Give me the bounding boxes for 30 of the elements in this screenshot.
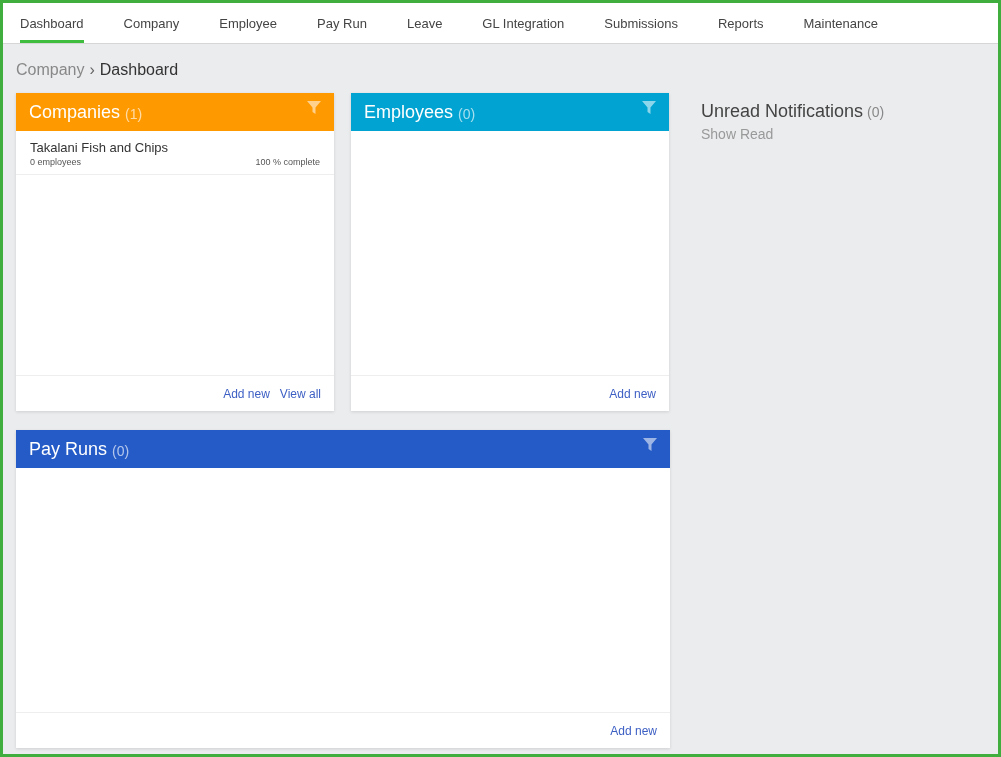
- nav-tab[interactable]: Employee: [219, 3, 278, 43]
- nav-tab[interactable]: Pay Run: [317, 3, 367, 43]
- panel-link[interactable]: Add new: [223, 386, 270, 401]
- panel-count: (0): [458, 105, 476, 122]
- company-list-item[interactable]: Takalani Fish and Chips 0 employees 100 % complete: [16, 131, 334, 175]
- breadcrumb-separator: ›: [89, 61, 95, 79]
- nav-tab[interactable]: Company: [123, 3, 180, 43]
- nav-tab[interactable]: Leave: [406, 3, 443, 43]
- panel-link[interactable]: View all: [279, 386, 321, 401]
- nav-tab[interactable]: Submissions: [604, 3, 678, 43]
- nav-tab[interactable]: GL Integration: [482, 3, 565, 43]
- filter-icon[interactable]: [643, 438, 657, 452]
- panel-title: Employees: [364, 101, 454, 123]
- panel-link[interactable]: Add new: [609, 386, 656, 401]
- company-name: Takalani Fish and Chips: [30, 140, 170, 155]
- completion-status: 100 % complete: [255, 157, 320, 167]
- panel-title: Companies: [29, 101, 121, 123]
- filter-icon[interactable]: [642, 101, 656, 115]
- notifications-count: (0): [867, 104, 885, 120]
- panel-link[interactable]: Add new: [610, 723, 657, 738]
- nav-tab[interactable]: Maintenance: [803, 3, 878, 43]
- panel-count: (0): [112, 442, 130, 459]
- nav-tab[interactable]: Dashboard: [20, 3, 84, 43]
- breadcrumb-current: Dashboard: [99, 61, 179, 79]
- panel-title: Pay Runs: [29, 438, 108, 460]
- filter-icon[interactable]: [307, 101, 321, 115]
- panel-count: (1): [125, 105, 143, 122]
- notifications-title: Unread Notifications: [701, 101, 864, 121]
- employee-count: 0 employees: [30, 157, 82, 167]
- nav-tab[interactable]: Reports: [717, 3, 764, 43]
